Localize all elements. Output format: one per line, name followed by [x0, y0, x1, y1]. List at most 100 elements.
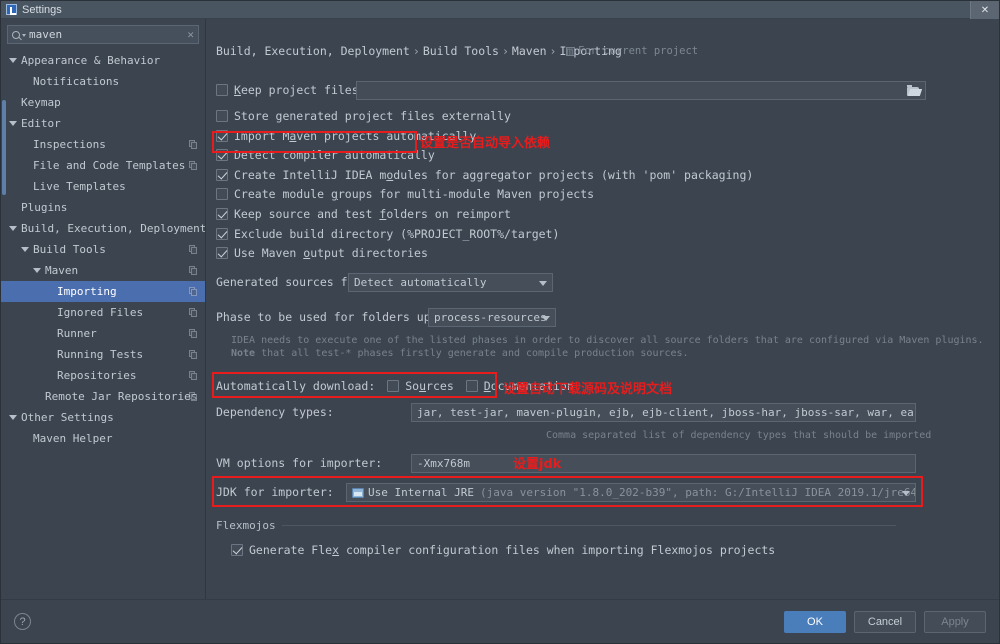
copy-icon[interactable]	[189, 371, 198, 380]
sidebar-item-label: Importing	[57, 285, 117, 298]
sidebar-item-label: Build, Execution, Deployment	[21, 222, 205, 235]
checkbox-create-module-groups-for-multi-module-maven-pr[interactable]	[216, 188, 228, 201]
jdk-importer-select[interactable]: Use Internal JRE (java version "1.8.0_20…	[346, 483, 916, 502]
checkbox-detect-compiler-automatically[interactable]	[216, 149, 228, 162]
phase-hint-note: Note	[231, 348, 256, 359]
clear-icon[interactable]: ✕	[187, 28, 194, 41]
sidebar-item-appearance-behavior[interactable]: Appearance & Behavior	[1, 50, 205, 71]
sidebar-item-file-and-code-templates[interactable]: File and Code Templates	[1, 155, 205, 176]
copy-icon[interactable]	[189, 245, 198, 254]
chevron-down-icon[interactable]	[9, 58, 17, 63]
help-button[interactable]: ?	[14, 613, 31, 630]
copy-icon[interactable]	[189, 329, 198, 338]
copy-icon[interactable]	[189, 287, 198, 296]
sidebar-item-label: Maven	[45, 264, 79, 277]
breadcrumb-segment: Maven	[511, 44, 547, 58]
sidebar-item-running-tests[interactable]: Running Tests	[1, 344, 205, 365]
dependency-types-hint: Comma separated list of dependency types…	[546, 430, 932, 441]
copy-icon[interactable]	[189, 350, 198, 359]
checkbox-import-maven-projects-automatically[interactable]	[216, 129, 228, 142]
generated-sources-select[interactable]: Detect automatically	[348, 273, 553, 292]
sidebar-item-label: Runner	[57, 327, 97, 340]
sidebar-item-maven-helper[interactable]: Maven Helper	[1, 428, 205, 449]
settings-main-panel: Build, Execution, Deployment › Build Tools…	[206, 19, 999, 599]
sidebar-item-keymap[interactable]: Keymap	[1, 92, 205, 113]
for-current-project-text: For current project	[578, 45, 699, 57]
sidebar-item-live-templates[interactable]: Live Templates	[1, 176, 205, 197]
chevron-down-icon	[902, 491, 910, 496]
vm-options-row: VM options for importer:	[216, 456, 382, 470]
apply-button[interactable]: Apply	[924, 610, 986, 633]
phase-select[interactable]: process-resources	[428, 308, 556, 327]
sidebar-item-maven[interactable]: Maven	[1, 260, 205, 281]
sidebar-item-label: Maven Helper	[33, 432, 113, 445]
sidebar-item-importing[interactable]: Importing	[1, 281, 205, 302]
settings-tree[interactable]: Appearance & Behavior Notifications Keymap…	[1, 48, 205, 599]
option-row-exclude-build-directory-project-root-target: Exclude build directory (%PROJECT_ROOT%/…	[216, 227, 559, 241]
copy-icon[interactable]	[189, 161, 198, 170]
ok-button[interactable]: OK	[784, 610, 846, 633]
download-sources-checkbox[interactable]	[387, 380, 400, 392]
sidebar-item-label: Plugins	[21, 201, 68, 214]
breadcrumb: Build, Execution, Deployment › Build Tools…	[216, 44, 622, 58]
keep-project-files-checkbox[interactable]	[216, 84, 228, 96]
copy-icon[interactable]	[189, 392, 198, 401]
sidebar-item-editor[interactable]: Editor	[1, 113, 205, 134]
sidebar-item-notifications[interactable]: Notifications	[1, 71, 205, 92]
sidebar-item-other-settings[interactable]: Other Settings	[1, 407, 205, 428]
checkbox-store-generated-project-files-externally[interactable]	[216, 110, 228, 122]
sidebar-item-label: Ignored Files	[57, 306, 144, 319]
annotation-text-import-auto: 设置是否自动导入依赖	[420, 136, 551, 151]
sidebar-item-repositories[interactable]: Repositories	[1, 365, 205, 386]
project-icon	[566, 46, 575, 56]
chevron-down-icon[interactable]	[9, 121, 17, 126]
auto-download-label: Automatically download:	[216, 379, 376, 393]
keep-project-files-input[interactable]	[356, 81, 926, 100]
dependency-types-value: jar, test-jar, maven-plugin, ejb, ejb-cl…	[417, 406, 915, 419]
option-label: Store generated project files externally	[234, 109, 511, 123]
copy-icon[interactable]	[189, 140, 198, 149]
folder-open-icon[interactable]	[907, 85, 919, 96]
chevron-down-icon[interactable]	[9, 226, 17, 231]
sidebar-item-remote-jar-repositories[interactable]: Remote Jar Repositories	[1, 386, 205, 407]
copy-icon[interactable]	[189, 266, 198, 275]
vm-options-value: -Xmx768m	[417, 457, 470, 470]
checkbox-exclude-build-directory-project-root-target[interactable]	[216, 227, 228, 240]
sidebar-item-build-execution-deployment[interactable]: Build, Execution, Deployment	[1, 218, 205, 239]
phase-hint-line2: Note that all test-* phases firstly gene…	[231, 348, 689, 359]
sidebar-item-plugins[interactable]: Plugins	[1, 197, 205, 218]
sidebar-item-build-tools[interactable]: Build Tools	[1, 239, 205, 260]
settings-dialog: Settings ✕ maven ✕ Appearance & Behavior…	[0, 0, 1000, 644]
dialog-title: Settings	[22, 3, 62, 16]
chevron-down-icon[interactable]	[21, 247, 29, 252]
sidebar-item-label: Remote Jar Repositories	[45, 390, 198, 403]
dependency-types-input[interactable]: jar, test-jar, maven-plugin, ejb, ejb-cl…	[411, 403, 916, 422]
checkbox-create-intellij-idea-modules-for-aggregator-pr[interactable]	[216, 168, 228, 181]
vm-options-input[interactable]: -Xmx768m	[411, 454, 916, 473]
sidebar-item-label: Inspections	[33, 138, 106, 151]
phase-hint-line1: IDEA needs to execute one of the listed …	[231, 335, 984, 346]
checkbox-keep-source-and-test-folders-on-reimport[interactable]	[216, 208, 228, 220]
chevron-down-icon[interactable]	[33, 268, 41, 273]
sidebar-item-inspections[interactable]: Inspections	[1, 134, 205, 155]
checkbox-use-maven-output-directories[interactable]	[216, 247, 228, 260]
sidebar-item-runner[interactable]: Runner	[1, 323, 205, 344]
dependency-types-label: Dependency types:	[216, 405, 334, 419]
search-input[interactable]: maven ✕	[7, 25, 199, 44]
copy-icon[interactable]	[189, 308, 198, 317]
flexmojos-group-header: Flexmojos	[216, 519, 896, 532]
dependency-types-row: Dependency types:	[216, 405, 334, 419]
cancel-button[interactable]: Cancel	[854, 610, 916, 633]
chevron-down-icon[interactable]	[9, 415, 17, 420]
breadcrumb-segment: Build Tools	[422, 44, 499, 58]
sidebar-item-ignored-files[interactable]: Ignored Files	[1, 302, 205, 323]
download-documentation-checkbox[interactable]	[465, 380, 478, 392]
close-icon[interactable]: ✕	[970, 1, 999, 19]
sidebar-item-label: Live Templates	[33, 180, 126, 193]
flexmojos-generate-checkbox[interactable]	[231, 544, 243, 556]
sidebar-item-label: Running Tests	[57, 348, 144, 361]
jdk-importer-value: Use Internal JRE	[368, 486, 474, 499]
